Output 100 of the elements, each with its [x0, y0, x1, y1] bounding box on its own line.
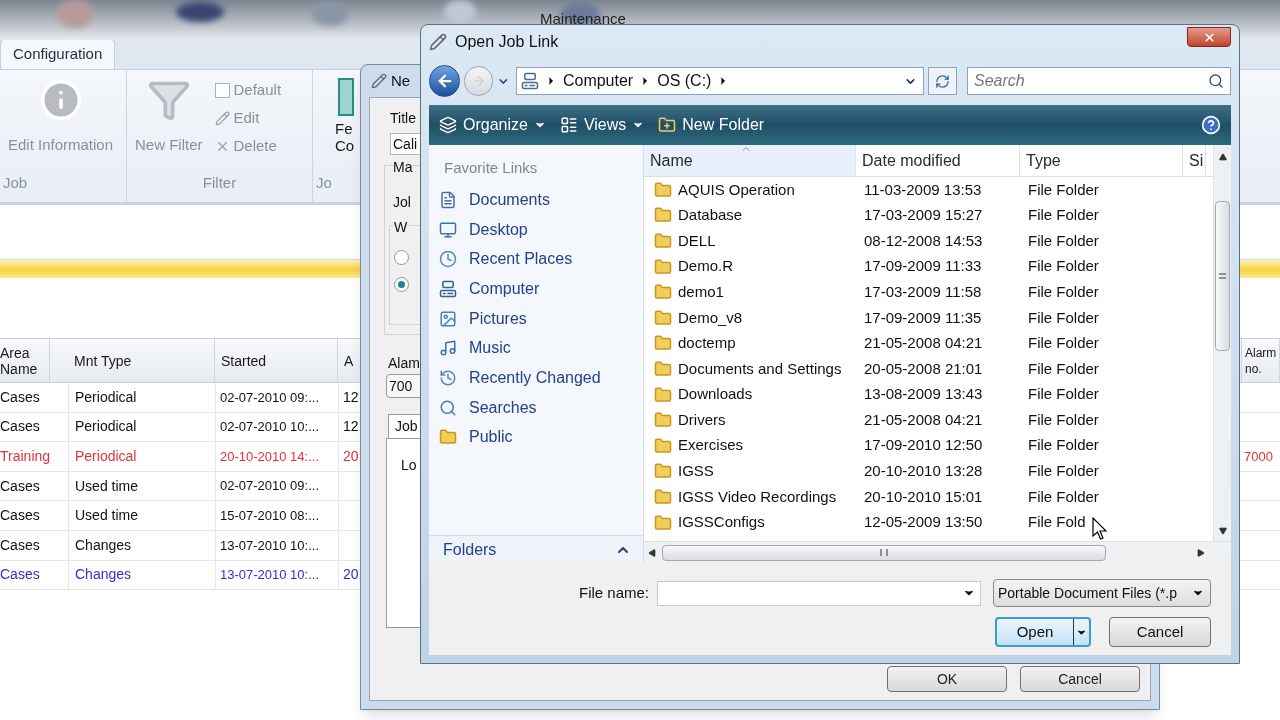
back-button[interactable]: [429, 65, 461, 97]
column-header[interactable]: Alarm no.: [1242, 339, 1280, 382]
column-header[interactable]: Date modified: [856, 145, 1020, 176]
file-type-dropdown[interactable]: Portable Document Files (*.p: [993, 579, 1211, 607]
clock-icon: [439, 250, 457, 269]
horizontal-scrollbar[interactable]: [644, 541, 1231, 563]
ribbon-button-icon: [338, 78, 355, 116]
scrollbar-thumb[interactable]: [662, 544, 1106, 561]
table-cell: Changes: [68, 560, 215, 590]
favorite-link[interactable]: Computer: [429, 274, 643, 304]
ribbon-group-label: Filter: [201, 173, 238, 193]
folders-toggle[interactable]: Folders: [429, 535, 643, 563]
file-row[interactable]: Drivers 21-05-2008 04:21 File Folder: [644, 407, 1213, 433]
toolbar-button[interactable]: Views: [559, 113, 645, 137]
ribbon-tab[interactable]: Configuration: [0, 39, 116, 69]
file-row[interactable]: IGSSConfigs 12-05-2009 13:50 File Fold: [644, 509, 1213, 536]
file-type: File Folder: [1027, 384, 1099, 405]
file-row[interactable]: Demo.R 17-09-2009 11:33 File Folder: [644, 253, 1213, 280]
file-row[interactable]: AQUIS Operation 11-03-2009 13:53 File Folder: [644, 177, 1213, 203]
table-cell-text: 12: [343, 387, 359, 407]
file-name: Exercises: [678, 435, 744, 456]
file-row[interactable]: doctemp 21-05-2008 04:21 File Folder: [644, 330, 1213, 357]
radio-button[interactable]: [394, 277, 409, 292]
address-bar[interactable]: Computer OS (C:): [515, 67, 924, 95]
favorite-link[interactable]: Recent Places: [429, 244, 643, 275]
vertical-scrollbar[interactable]: [1213, 145, 1231, 541]
column-header[interactable]: Name: [644, 145, 856, 176]
favorite-link[interactable]: Music: [429, 333, 643, 364]
table-cell-text: Cases: [0, 476, 41, 496]
close-icon: [1202, 30, 1216, 44]
file-name: Documents and Settings: [678, 358, 842, 379]
file-row[interactable]: Exercises 17-09-2010 12:50 File Folder: [644, 432, 1213, 459]
file-type: File Folder: [1027, 256, 1099, 277]
favorite-link[interactable]: Pictures: [429, 303, 643, 334]
file-row[interactable]: Demo_v8 17-09-2009 11:35 File Folder: [644, 304, 1213, 331]
pencil-icon: [214, 110, 230, 126]
breadcrumb-item[interactable]: OS (C:): [657, 69, 712, 93]
table-cell: Changes: [68, 530, 215, 560]
toolbar-button[interactable]: New Folder: [658, 113, 765, 137]
favorite-link[interactable]: Public: [429, 422, 643, 453]
table-cell: 20-10-2010 14:...: [215, 442, 338, 471]
table-cell: 13-07-2010 10:...: [215, 530, 338, 560]
file-row[interactable]: Database 17-03-2009 15:27 File Folder: [644, 202, 1213, 229]
table-cell-text: 20: [343, 447, 359, 466]
date-modified: 17-09-2010 12:50: [863, 435, 984, 456]
table-cell: 02-07-2010 09:...: [215, 471, 338, 501]
column-header[interactable]: Type: [1020, 145, 1183, 176]
file-type: File Folder: [1027, 461, 1099, 482]
split-button[interactable]: Open: [995, 617, 1091, 647]
search-field[interactable]: Search: [967, 67, 1231, 95]
table-cell-text: Cases: [0, 506, 41, 526]
radio-button[interactable]: [394, 250, 409, 265]
favorite-link[interactable]: Desktop: [429, 214, 643, 245]
ribbon-group-label: Job: [2, 173, 29, 193]
dialog-button[interactable]: OK: [887, 666, 1007, 692]
favorite-link[interactable]: Searches: [429, 392, 643, 423]
column-header[interactable]: Mnt Type: [68, 339, 215, 382]
date-modified: 21-05-2008 04:21: [863, 409, 984, 430]
date-modified: 17-09-2009 11:33: [863, 256, 983, 277]
folder-icon: [654, 385, 672, 404]
breadcrumb-item[interactable]: Computer: [562, 69, 634, 93]
column-header[interactable]: Si: [1183, 145, 1206, 176]
dialog-title: Ne: [391, 70, 411, 91]
file-row[interactable]: Downloads 13-08-2009 13:43 File Folder: [644, 381, 1213, 408]
new-folder-icon: [658, 116, 677, 134]
table-cell: Used time: [68, 471, 215, 501]
file-name: doctemp: [678, 333, 736, 354]
table-cell-text: Cases: [0, 535, 41, 555]
field-label: File name:: [579, 582, 650, 603]
music-note-icon: [439, 339, 457, 358]
file-name: IGSSConfigs: [678, 512, 765, 533]
scroll-up-icon: [1218, 153, 1227, 161]
favorite-link[interactable]: Recently Changed: [429, 363, 643, 393]
folder-icon: [654, 232, 672, 250]
ribbon-button[interactable]: Fe Co: [313, 70, 355, 154]
file-row[interactable]: DELL 08-12-2008 14:53 File Folder: [644, 228, 1213, 254]
file-row[interactable]: IGSS Video Recordings 20-10-2010 15:01 File Folder: [644, 484, 1213, 510]
help-icon[interactable]: [1201, 115, 1221, 135]
file-type: File Folder: [1027, 307, 1099, 328]
file-row[interactable]: Documents and Settings 20-05-2008 21:01 File Folder: [644, 356, 1213, 382]
dialog-button[interactable]: Cancel: [1020, 666, 1140, 692]
column-header[interactable]: Started: [215, 339, 338, 382]
toolbar-button[interactable]: Organize: [439, 113, 546, 137]
scrollbar-thumb[interactable]: [1215, 201, 1230, 351]
table-cell: Periodical: [68, 412, 215, 442]
file-name-field[interactable]: [657, 580, 982, 606]
history-icon: [439, 368, 457, 387]
date-modified: 20-10-2010 15:01: [863, 486, 984, 507]
favorite-link[interactable]: Documents: [429, 185, 643, 215]
folder-icon: [654, 487, 672, 506]
file-name: IGSS: [678, 461, 714, 482]
search-icon: [1208, 73, 1224, 89]
close-button[interactable]: [1187, 27, 1231, 47]
table-cell-text: Cases: [0, 417, 41, 437]
column-header[interactable]: Area Name: [0, 339, 50, 382]
file-row[interactable]: IGSS 20-10-2010 13:28 File Folder: [644, 458, 1213, 485]
file-type: File Fold: [1027, 512, 1086, 533]
dialog-button[interactable]: Cancel: [1109, 617, 1211, 647]
refresh-button[interactable]: [927, 67, 957, 95]
file-row[interactable]: demo1 17-03-2009 11:58 File Folder: [644, 279, 1213, 305]
